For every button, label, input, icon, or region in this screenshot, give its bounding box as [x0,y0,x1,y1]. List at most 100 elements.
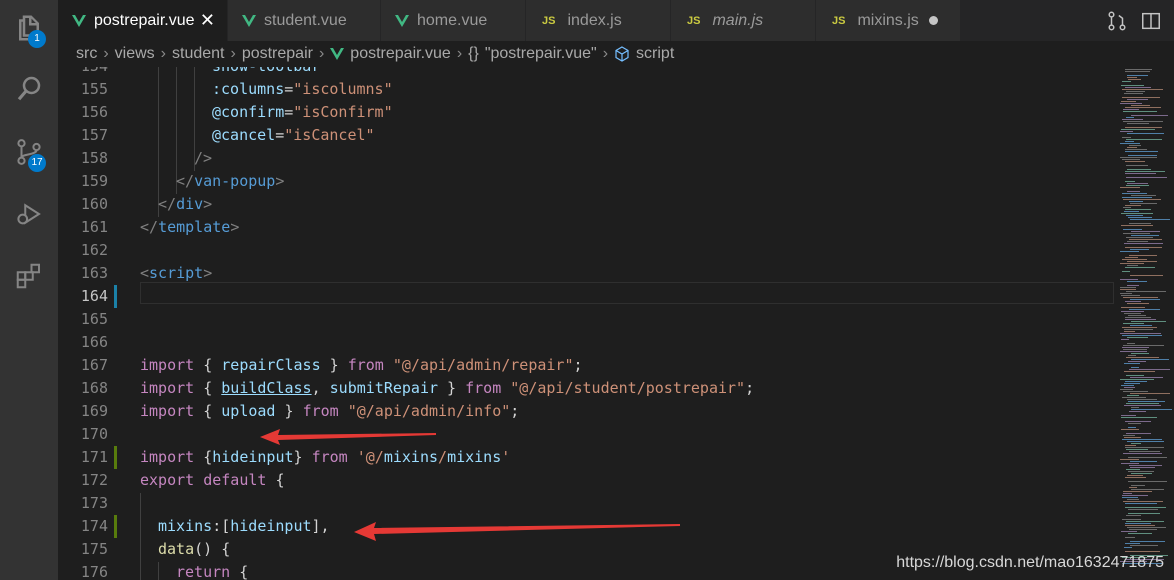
code-text: </van-popup> [176,172,285,190]
line-number: 162 [80,241,108,259]
breadcrumb-src[interactable]: src [76,45,97,63]
line-number: 155 [80,80,108,98]
minimap-line [1120,293,1132,294]
minimap-line [1122,335,1162,336]
breadcrumb-file[interactable]: postrepair.vue [350,45,451,63]
minimap-line [1121,385,1134,386]
minimap-line [1125,543,1140,544]
minimap-line [1128,155,1157,156]
minimap-line [1125,477,1146,478]
line-number: 167 [80,356,108,374]
tab-student-vue[interactable]: student.vue [228,0,381,41]
minimap-line [1127,395,1139,396]
minimap-line [1131,359,1169,360]
breadcrumb-symbol[interactable]: "postrepair.vue" [485,45,597,63]
minimap-line [1127,261,1157,262]
minimap-line [1120,103,1142,104]
minimap-line [1122,347,1149,348]
breadcrumb: src › views › student › postrepair › pos… [58,41,1174,67]
code-line: 160 </div> [58,193,1114,216]
minimap-line [1120,287,1136,288]
breadcrumb-postrepair[interactable]: postrepair [242,45,313,63]
minimap-line [1123,493,1132,494]
minimap-line [1127,303,1149,304]
run-debug-icon[interactable] [0,190,58,238]
minimap-line [1128,427,1136,428]
close-icon[interactable]: ✕ [200,10,215,31]
split-editor-icon[interactable] [1140,10,1162,32]
minimap-line [1126,291,1166,292]
minimap-line [1127,241,1148,242]
minimap-line [1124,331,1135,332]
added-line-marker [114,446,117,469]
minimap-line [1125,301,1141,302]
code-text: @cancel="isCancel" [212,126,375,144]
tab-main-js[interactable]: JS main.js [671,0,816,41]
code-line: 159 </van-popup> [58,170,1114,193]
minimap-line [1122,397,1146,398]
annotation-arrow [354,522,680,541]
breadcrumb-views[interactable]: views [115,45,155,63]
breadcrumb-section[interactable]: script [636,45,674,63]
minimap[interactable] [1114,67,1174,580]
minimap-line [1126,117,1134,118]
minimap-line [1121,311,1144,312]
minimap-line [1128,481,1167,482]
line-number: 176 [80,563,108,580]
js-file-icon: JS [687,14,701,27]
minimap-line [1122,497,1138,498]
line-number: 163 [80,264,108,282]
breadcrumb-student[interactable]: student [172,45,224,63]
minimap-line [1127,399,1157,400]
minimap-line [1128,457,1167,458]
minimap-line [1126,403,1159,404]
line-number: 164 [80,287,108,305]
minimap-line [1131,321,1166,322]
minimap-line [1125,171,1165,172]
minimap-line [1123,345,1164,346]
code-line: 172 export default { [58,469,1114,492]
minimap-line [1125,127,1162,128]
minimap-line [1130,377,1163,378]
code-editor[interactable]: 154 show-toolbar 155 :columns="iscolumns… [58,67,1114,580]
minimap-line [1129,223,1151,224]
minimap-line [1125,173,1156,174]
minimap-line [1125,381,1147,382]
tab-postrepair-vue[interactable]: postrepair.vue ✕ [58,0,228,41]
open-changes-icon[interactable] [1106,10,1128,32]
minimap-line [1125,181,1135,182]
explorer-icon[interactable]: 1 [0,4,58,52]
extensions-icon[interactable] [0,252,58,300]
minimap-line [1131,485,1145,486]
code-line: 169 import { upload } from "@/api/admin/… [58,400,1114,423]
minimap-line [1128,423,1141,424]
minimap-line [1126,375,1144,376]
minimap-line [1121,463,1139,464]
tab-label: postrepair.vue [94,11,195,29]
minimap-line [1125,551,1160,552]
minimap-line [1126,139,1162,140]
minimap-line [1125,421,1151,422]
search-icon[interactable] [0,64,58,112]
tab-label: mixins.js [857,11,919,29]
minimap-line [1125,257,1138,258]
source-control-icon[interactable]: 17 [0,128,58,176]
annotation-arrow [260,429,436,445]
minimap-line [1127,77,1137,78]
code-line: 156 @confirm="isConfirm" [58,101,1114,124]
tab-index-js[interactable]: JS index.js [526,0,671,41]
line-number: 156 [80,103,108,121]
minimap-line [1121,225,1153,226]
tab-mixins-js[interactable]: JS mixins.js [816,0,961,41]
minimap-line [1128,361,1146,362]
vue-file-icon [242,14,256,27]
minimap-line [1124,93,1143,94]
minimap-line [1125,87,1151,88]
minimap-line [1122,519,1141,520]
tab-home-vue[interactable]: home.vue [381,0,526,41]
minimap-line [1122,159,1140,160]
minimap-line [1130,219,1170,220]
minimap-line [1123,229,1142,230]
braces-icon: {} [468,45,479,62]
unsaved-dot-icon[interactable] [929,16,938,25]
